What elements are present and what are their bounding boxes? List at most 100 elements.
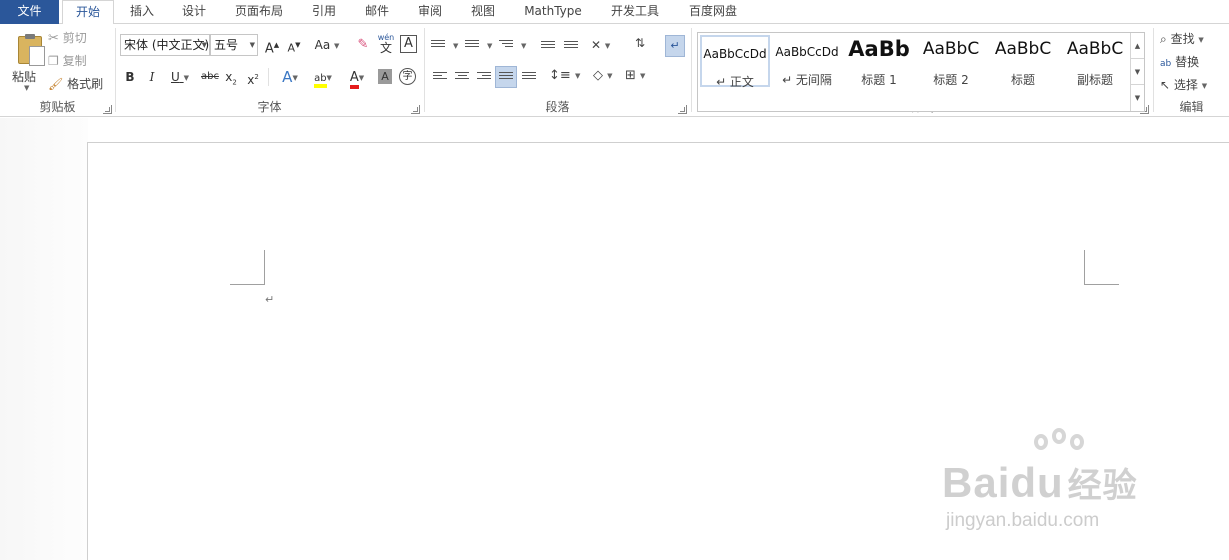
grow-font-button[interactable]: A▲ — [262, 34, 282, 56]
show-hide-marks-button[interactable]: ↵ — [665, 35, 685, 57]
font-color-button[interactable]: A▼ — [342, 66, 372, 89]
justify-button[interactable] — [495, 66, 517, 88]
styles-gallery: AaBbCcDd ↵ 正文 AaBbCcDd ↵ 无间隔 AaBb 标题 1 A… — [697, 32, 1145, 112]
line-spacing-icon: ↕≡ — [549, 68, 571, 83]
tab-design[interactable]: 设计 — [172, 0, 216, 24]
underline-icon: U — [170, 70, 180, 84]
tab-home[interactable]: 开始 — [62, 0, 114, 25]
shading-button[interactable]: ◇ ▼ — [593, 68, 613, 83]
paste-button[interactable]: 粘贴 ▼ — [6, 28, 45, 92]
copy-button[interactable]: ❐ 复制 — [48, 52, 87, 70]
font-name-combo[interactable]: 宋体 (中文正文) ▼ — [120, 34, 210, 56]
increase-indent-button[interactable] — [562, 38, 580, 56]
character-shading-button[interactable]: A — [378, 69, 392, 84]
borders-icon: ⊞ — [625, 68, 636, 83]
cut-button[interactable]: ✂ 剪切 — [48, 29, 87, 47]
text-effects-button[interactable]: A▼ — [276, 66, 304, 88]
superscript-button[interactable]: x2 — [244, 66, 262, 88]
style-title[interactable]: AaBbC 标题 — [988, 35, 1058, 87]
eraser-icon: ✎ — [357, 37, 369, 52]
bullets-button[interactable]: ▼ — [431, 38, 463, 56]
strikethrough-button[interactable]: abc — [200, 66, 220, 88]
strikethrough-icon: abc — [201, 71, 219, 82]
style-name: ↵ 无间隔 — [782, 73, 832, 87]
shrink-font-button[interactable]: A▼ — [284, 34, 304, 56]
document-area: ↵ Baidu 经验 jingyan.baidu.com — [0, 118, 1229, 560]
replace-icon: ab — [1160, 59, 1172, 69]
align-center-icon — [455, 72, 469, 84]
tab-insert[interactable]: 插入 — [120, 0, 164, 24]
watermark-brand: Baidu 经验 — [942, 458, 1138, 507]
tab-references[interactable]: 引用 — [302, 0, 346, 24]
tab-baidu-netdisk[interactable]: 百度网盘 — [682, 0, 744, 24]
gallery-more-icon[interactable]: ▼ — [1131, 85, 1144, 111]
tab-mailings[interactable]: 邮件 — [355, 0, 399, 24]
italic-icon: I — [149, 70, 155, 84]
multilevel-list-button[interactable]: ▼ — [499, 38, 531, 56]
align-center-button[interactable] — [453, 68, 471, 86]
style-subtitle[interactable]: AaBbC 副标题 — [1060, 35, 1130, 87]
tab-review[interactable]: 审阅 — [408, 0, 452, 24]
underline-button[interactable]: U ▼ — [166, 66, 194, 88]
select-button[interactable]: ↖ 选择 ▼ — [1160, 76, 1207, 94]
style-heading-1[interactable]: AaBb 标题 1 — [844, 35, 914, 87]
replace-button[interactable]: ab 替换 — [1160, 53, 1199, 71]
borders-button[interactable]: ⊞ ▼ — [625, 68, 645, 83]
paw-toe — [1034, 434, 1048, 450]
style-no-spacing[interactable]: AaBbCcDd ↵ 无间隔 — [772, 35, 842, 87]
character-border-button[interactable]: A — [400, 35, 417, 53]
style-name: 副标题 — [1076, 73, 1113, 87]
format-painter-label: 格式刷 — [67, 77, 104, 91]
font-size-value: 五号 — [214, 38, 239, 52]
decrease-indent-button[interactable] — [539, 38, 557, 56]
subscript-button[interactable]: x2 — [222, 66, 240, 88]
sort-button[interactable]: ⇅ — [635, 36, 645, 50]
select-label: 选择 — [1173, 78, 1198, 92]
highlighter-icon: ab — [314, 73, 327, 88]
align-right-button[interactable] — [475, 68, 493, 86]
paste-icon — [18, 34, 45, 66]
highlight-button[interactable]: ab▼ — [308, 66, 338, 88]
numbered-list-icon — [465, 40, 479, 52]
numbering-button[interactable]: ▼ — [465, 38, 497, 56]
find-button[interactable]: ⌕ 查找 ▼ — [1160, 30, 1204, 48]
paragraph-launcher-icon[interactable] — [678, 105, 687, 114]
enclose-characters-button[interactable]: 字 — [399, 68, 416, 85]
change-case-icon: Aa — [314, 38, 331, 52]
align-left-button[interactable] — [431, 68, 449, 86]
chinese-layout-icon: ✕ — [591, 38, 602, 52]
gallery-up-icon[interactable]: ▲ — [1131, 33, 1144, 59]
change-case-button[interactable]: Aa ▼ — [312, 34, 342, 56]
chinese-layout-button[interactable]: ✕ ▼ — [591, 38, 610, 52]
style-normal[interactable]: AaBbCcDd ↵ 正文 — [700, 35, 770, 89]
style-name: 标题 — [1010, 73, 1035, 87]
clear-format-button[interactable]: ✎ — [354, 34, 372, 56]
tab-page-layout[interactable]: 页面布局 — [228, 0, 290, 24]
tab-mathtype[interactable]: MathType — [516, 0, 590, 24]
tab-developer[interactable]: 开发工具 — [604, 0, 666, 24]
style-preview: AaBbC — [922, 39, 980, 59]
margin-corner-top-right — [1084, 250, 1119, 285]
gallery-down-icon[interactable]: ▼ — [1131, 59, 1144, 85]
grow-font-icon: A — [264, 41, 274, 57]
ribbon-home: 粘贴 ▼ ✂ 剪切 ❐ 复制 🖌 格式刷 剪贴板 宋体 (中文正文) ▼ 五号 … — [0, 24, 1229, 117]
tab-view[interactable]: 视图 — [461, 0, 505, 24]
line-spacing-button[interactable]: ↕≡ ▼ — [549, 68, 580, 83]
font-color-icon: A — [349, 70, 359, 89]
font-group: 宋体 (中文正文) ▼ 五号 ▼ A▲ A▼ Aa ▼ ✎ wén 文 A B … — [116, 24, 423, 117]
shrink-font-icon: A — [287, 41, 296, 55]
font-size-combo[interactable]: 五号 ▼ — [210, 34, 258, 56]
bold-button[interactable]: B — [122, 66, 138, 88]
phonetic-char: 文 — [379, 41, 392, 55]
find-label: 查找 — [1170, 32, 1195, 46]
style-heading-2[interactable]: AaBbC 标题 2 — [916, 35, 986, 87]
replace-label: 替换 — [1175, 55, 1200, 69]
paint-bucket-icon: ◇ — [593, 68, 603, 83]
phonetic-guide-button[interactable]: wén 文 — [376, 32, 396, 54]
format-painter-button[interactable]: 🖌 格式刷 — [48, 75, 103, 93]
font-launcher-icon[interactable] — [411, 105, 420, 114]
clipboard-launcher-icon[interactable] — [103, 105, 112, 114]
distributed-button[interactable] — [520, 68, 538, 86]
tab-file[interactable]: 文件 — [0, 0, 59, 24]
italic-button[interactable]: I — [144, 66, 160, 88]
